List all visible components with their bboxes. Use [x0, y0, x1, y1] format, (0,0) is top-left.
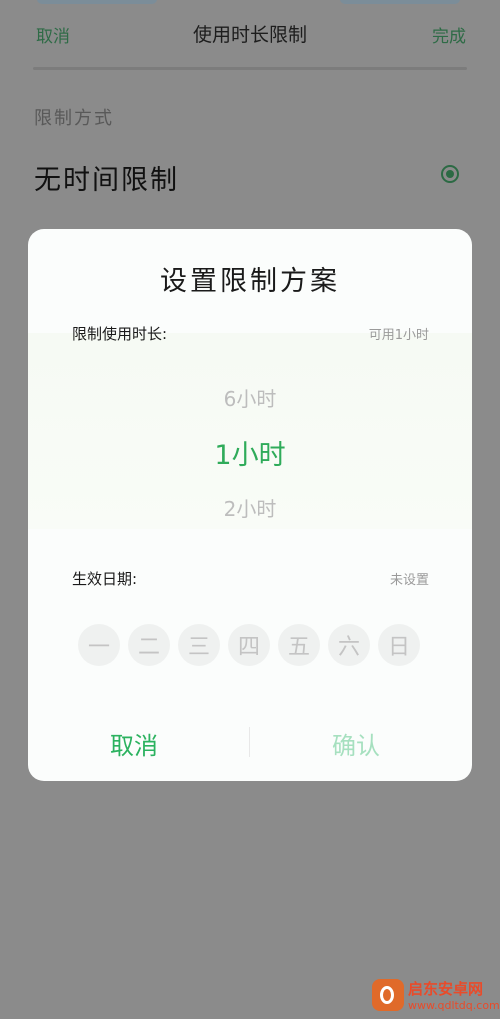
- weekday-selector: 一 二 三 四 五 六 日: [78, 624, 420, 666]
- dialog-title: 设置限制方案: [160, 266, 340, 297]
- watermark-name: 启东安卓网: [408, 980, 484, 998]
- button-divider: [249, 727, 250, 757]
- watermark-logo-icon: [372, 979, 404, 1011]
- radio-selected-icon[interactable]: [441, 165, 459, 183]
- duration-picker[interactable]: 限制使用时长: 可用1小时 6小时 1小时 2小时: [28, 325, 472, 529]
- effective-date-value: 未设置: [389, 573, 429, 588]
- dialog-confirm-button[interactable]: 确认: [332, 726, 380, 761]
- weekday-tue[interactable]: 二: [128, 624, 170, 666]
- site-watermark: 启东安卓网 www.qdltdq.com: [366, 974, 500, 1018]
- limit-method-label: 限制方式: [34, 108, 114, 129]
- picker-option-selected[interactable]: 1小时: [28, 433, 472, 472]
- status-indicator-left: [37, 0, 157, 4]
- weekday-fri[interactable]: 五: [278, 624, 320, 666]
- picker-option-above[interactable]: 6小时: [28, 383, 472, 412]
- dialog-cancel-button[interactable]: 取消: [110, 726, 158, 761]
- page-title: 使用时长限制: [192, 24, 307, 46]
- header-divider: [33, 67, 467, 70]
- duration-value: 可用1小时: [368, 328, 429, 343]
- status-indicator-right: [340, 0, 460, 4]
- weekday-mon[interactable]: 一: [78, 624, 120, 666]
- header-done-button[interactable]: 完成: [432, 22, 466, 47]
- watermark-url: www.qdltdq.com: [408, 999, 500, 1012]
- weekday-sat[interactable]: 六: [328, 624, 370, 666]
- duration-label: 限制使用时长:: [72, 325, 168, 343]
- limit-plan-dialog: 设置限制方案 限制使用时长: 可用1小时 6小时 1小时 2小时 生效日期: 未…: [28, 229, 472, 781]
- weekday-sun[interactable]: 日: [378, 624, 420, 666]
- weekday-thu[interactable]: 四: [228, 624, 270, 666]
- weekday-wed[interactable]: 三: [178, 624, 220, 666]
- picker-option-below[interactable]: 2小时: [28, 493, 472, 522]
- effective-date-label: 生效日期:: [72, 570, 138, 588]
- no-limit-option[interactable]: 无时间限制: [34, 158, 179, 197]
